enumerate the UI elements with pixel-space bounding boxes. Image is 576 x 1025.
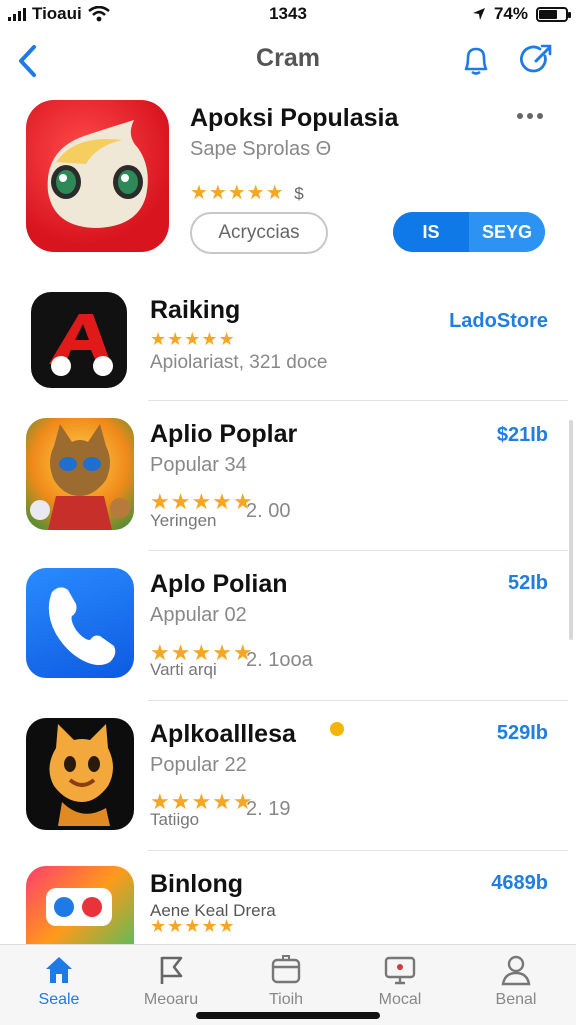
list-item-title[interactable]: Raiking <box>150 296 240 325</box>
location-arrow-icon <box>472 8 485 20</box>
list-item-title[interactable]: Binlong <box>150 870 243 899</box>
list-item-price[interactable]: 4689b <box>491 872 548 895</box>
list-item-meta: 2. 1ooa <box>246 649 313 671</box>
get-button-right[interactable]: SEYG <box>469 212 545 252</box>
phone-app-icon[interactable] <box>26 568 134 678</box>
red-a-app-icon[interactable] <box>31 292 127 388</box>
divider <box>148 550 568 551</box>
tab-label: Meoaru <box>143 991 199 1008</box>
featured-rating: ★★★★★ $ <box>190 180 304 205</box>
home-icon <box>46 957 72 983</box>
person-icon <box>501 955 531 986</box>
list-item-subtitle: Appular 02 <box>150 604 247 626</box>
compose-icon[interactable] <box>518 42 554 78</box>
display-icon <box>384 956 416 985</box>
list-item-subtitle: Popular 34 <box>150 454 247 476</box>
cat-game-icon[interactable] <box>26 418 134 530</box>
tab-flag[interactable]: Meoaru <box>121 953 221 1009</box>
star-rating: ★★★★★ <box>150 916 236 936</box>
status-bar: Tioaui 1343 74% <box>0 0 576 30</box>
list-item-meta: Apiolariast, 321 doce <box>150 352 328 373</box>
divider <box>148 700 568 701</box>
get-button-left[interactable]: IS <box>393 212 469 252</box>
status-right: 74% <box>472 4 571 24</box>
more-icon[interactable] <box>516 110 544 122</box>
tab-label: Tioih <box>268 991 304 1008</box>
bell-icon[interactable] <box>458 42 494 78</box>
tab-box[interactable]: Tioih <box>236 953 336 1009</box>
list-item-meta: 2. 19 <box>246 798 291 820</box>
get-button[interactable]: IS SEYG <box>393 212 545 252</box>
box-icon <box>271 955 301 984</box>
list-item-title[interactable]: Aplo Polian <box>150 570 288 599</box>
divider <box>148 400 568 401</box>
home-indicator[interactable] <box>196 1012 380 1019</box>
sparkle-icon <box>330 722 344 736</box>
list-item-title[interactable]: Aplio Poplar <box>150 420 297 449</box>
featured-app-title[interactable]: Apoksi Populasia <box>190 104 398 133</box>
rating-suffix: $ <box>294 184 304 203</box>
tab-display[interactable]: Mocal <box>350 953 450 1009</box>
tab-label: Benal <box>495 991 537 1008</box>
battery-icon <box>536 6 571 22</box>
tab-home[interactable]: Seale <box>9 953 109 1009</box>
list-item-price[interactable]: LadoStore <box>449 310 548 333</box>
secondary-button[interactable]: Acryccias <box>190 212 328 254</box>
list-item-extra: Varti arqi <box>150 660 217 679</box>
list-item-price[interactable]: 52Ib <box>508 572 548 595</box>
list-item-price[interactable]: 529Ib <box>497 722 548 745</box>
tab-label: Mocal <box>378 991 422 1008</box>
featured-app-subtitle: Sape Sprolas Θ <box>190 138 332 160</box>
list-item-extra: Tatiigo <box>150 810 200 829</box>
scrollbar[interactable] <box>569 420 573 640</box>
list-item-extra: Yeringen <box>150 511 217 530</box>
list-item-subtitle: Popular 22 <box>150 754 247 776</box>
star-rating: ★★★★★ <box>190 182 285 204</box>
divider <box>148 850 568 851</box>
list-item-price[interactable]: $21Ib <box>497 424 548 447</box>
tab-label: Seale <box>38 991 80 1008</box>
featured-app-icon[interactable] <box>26 100 169 252</box>
battery-percent: 74% <box>493 4 528 23</box>
fox-app-icon[interactable] <box>26 718 134 830</box>
flag-icon <box>160 956 183 984</box>
list-item-meta: 2. 00 <box>246 500 291 522</box>
star-rating: ★★★★★ <box>150 329 236 349</box>
list-item-title[interactable]: Aplkoalllesa <box>150 720 296 749</box>
tab-profile[interactable]: Benal <box>466 953 566 1009</box>
